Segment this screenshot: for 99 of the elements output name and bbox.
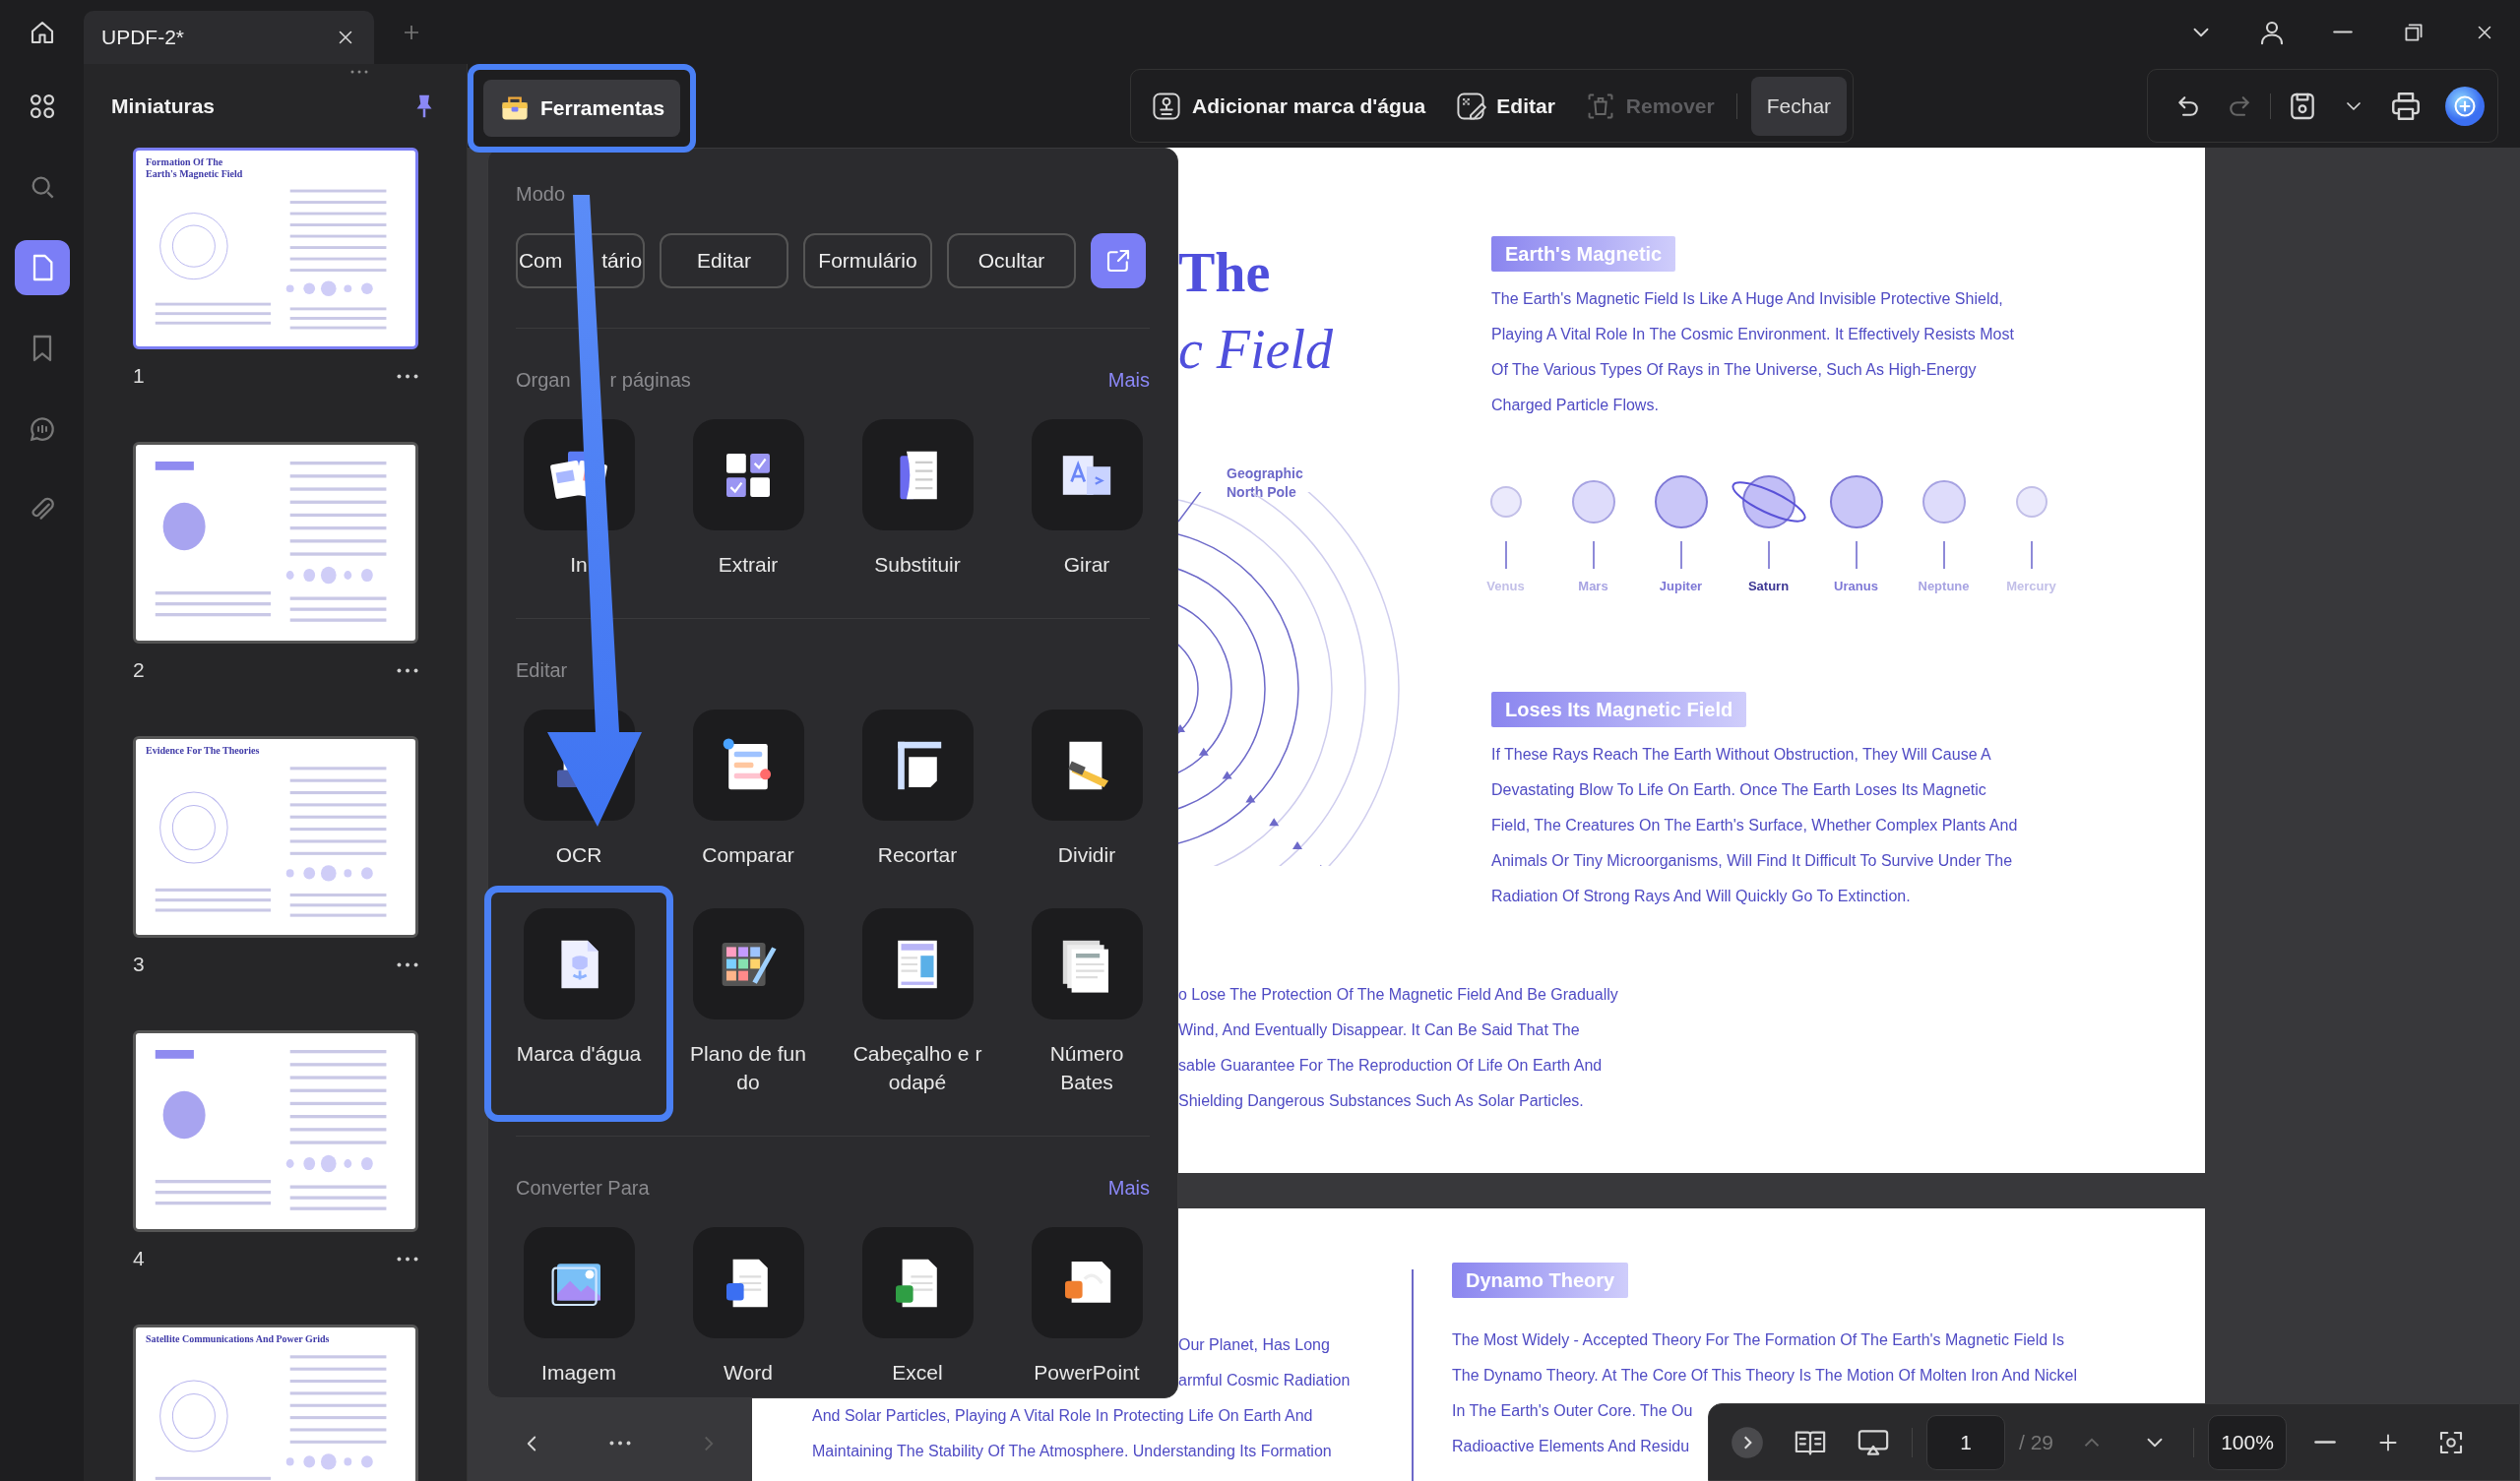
page-thumbnail[interactable] — [133, 1030, 418, 1232]
chevron-right-icon — [1731, 1425, 1764, 1459]
tool-button[interactable] — [861, 908, 974, 1019]
thumbnail-heading: Evidence For The Theories — [146, 745, 261, 757]
tool-button[interactable] — [1031, 1227, 1143, 1338]
tool-label: Número Bates — [1049, 1041, 1124, 1095]
tool-button[interactable] — [692, 710, 804, 821]
tool-label: Girar — [1063, 552, 1110, 578]
page-field[interactable]: 1 — [1926, 1414, 2005, 1470]
close-button[interactable]: Fechar — [1750, 76, 1848, 136]
tool-label: Comparar — [702, 842, 794, 868]
tool-button[interactable] — [692, 1227, 804, 1338]
tool-label: OCR — [555, 842, 602, 868]
paragraph: In The Earth's Outer Core. The Ou Radioactive Elements And Residu — [1452, 1401, 1693, 1456]
page-number: 2 — [133, 658, 145, 682]
tool-button[interactable] — [523, 1227, 635, 1338]
action-button[interactable]: Adicionar marca d'água — [1143, 78, 1434, 134]
tool-label: Dividir — [1057, 842, 1116, 868]
tool-button[interactable] — [861, 419, 974, 530]
assistant-icon — [2444, 85, 2487, 127]
section-heading: Loses Its Magnetic Field — [1491, 692, 1747, 727]
section-title: Editar — [516, 658, 568, 683]
tab-title: UPDF-2* — [101, 26, 184, 49]
tool-button[interactable] — [692, 419, 804, 530]
thumbnail-heading: Formation Of The Earth's Magnetic Field — [146, 156, 244, 180]
tool-button[interactable] — [1031, 710, 1143, 821]
planet-label: Mercury — [2006, 579, 2056, 593]
paragraph: o Lose The Protection Of The Magnetic Field And Be Gradually Wind, And Eventually Disappear. It Can Be Said That The sable Guarantee For The Reproduction Of Life On Earth And Shielding Dangerous Substances Such As Solar Particles. — [1178, 985, 1618, 1111]
page-title: c Field — [1178, 318, 1335, 382]
planet-label: Neptune — [1918, 579, 1970, 593]
mode-button[interactable]: Ocultar — [947, 233, 1076, 288]
planet-label: Uranus — [1834, 579, 1878, 593]
section-heading: Dynamo Theory — [1452, 1263, 1629, 1298]
page-thumbnail[interactable] — [133, 442, 418, 644]
document-tab[interactable]: UPDF-2* — [84, 11, 374, 64]
panel-title: Miniaturas — [111, 93, 216, 118]
diagram-label: Geographic North Pole — [1227, 464, 1304, 502]
sidebar-button[interactable] — [14, 240, 70, 295]
planet-label: Saturn — [1747, 579, 1790, 593]
tool-label: Word — [724, 1360, 773, 1386]
more-icon — [397, 1256, 418, 1262]
more-link[interactable]: Mais — [1107, 366, 1150, 394]
more-icon — [397, 667, 418, 673]
page-thumbnail[interactable]: Formation Of The Earth's Magnetic Field — [133, 148, 418, 349]
open-external-button[interactable] — [1091, 233, 1146, 288]
tool-button[interactable] — [861, 1227, 974, 1338]
caret-icon — [2347, 101, 2362, 110]
paragraph: Our Planet, Has Long armful Cosmic Radiation — [1178, 1335, 1351, 1390]
page-title: The — [1178, 241, 1272, 305]
planet-label: Mars — [1578, 579, 1608, 593]
paragraph: And Solar Particles, Playing A Vital Role In Protecting Life On Earth And Maintaining The Stability Of The Atmosphere. Understanding Its Formation — [812, 1406, 1332, 1461]
page-number: 1 — [133, 364, 145, 388]
paragraph: The Earth's Magnetic Field Is Like A Huge And Invisible Protective Shield, Playing A Vital Role In The Cosmic Environment. It Effectively Resists Most Of The Various Types Of Rays in The Universe, Such As High-Energy Charged Particle Flows. — [1491, 289, 2014, 415]
tool-label: In — [570, 552, 588, 578]
tool-button[interactable] — [523, 908, 635, 1019]
page-number: 3 — [133, 953, 145, 976]
more-button[interactable] — [397, 1256, 418, 1262]
tool-label: PowerPoint — [1034, 1360, 1140, 1386]
more-icon — [397, 961, 418, 967]
tool-label: Substituir — [874, 552, 961, 578]
page-count: / 29 — [2019, 1430, 2054, 1454]
section-title: Organ r páginas — [516, 368, 691, 393]
section-heading: Earth's Magnetic — [1491, 236, 1676, 272]
more-icon — [609, 1441, 631, 1446]
pattern-pen-icon — [1455, 90, 1487, 122]
more-button[interactable] — [397, 373, 418, 379]
stamp-icon — [1151, 90, 1183, 122]
more-button[interactable] — [397, 961, 418, 967]
tool-button[interactable] — [1031, 419, 1143, 530]
tools-button[interactable]: Ferramentas — [483, 79, 681, 137]
more-link[interactable]: Mais — [1107, 1174, 1150, 1202]
mode-button[interactable]: Editar — [660, 233, 788, 288]
tool-button[interactable] — [861, 710, 974, 821]
planet-label: Venus — [1486, 579, 1525, 593]
paragraph: If These Rays Reach The Earth Without Obstruction, They Will Cause A Devastating Blow To Life On Earth. Once The Earth Loses Its Magnetic Field, The Creatures On The Earth's Surface, Whether Complex Plants And Animals Or Tiny Microorganisms, Will Find It Difficult To Survive Under The Radiation Of Strong Rays And Will Quickly Go To Extinction. — [1491, 745, 2018, 906]
section-title: Converter Para — [516, 1176, 650, 1201]
tool-button[interactable] — [692, 908, 804, 1019]
paragraph: The Most Widely - Accepted Theory For The Formation Of The Earth's Magnetic Field Is The Dynamo Theory. At The Core Of This Theory Is The Motion Of Molten Iron And Nickel — [1452, 1330, 2077, 1386]
thumbnail-heading: Satellite Communications And Power Grids — [146, 1333, 331, 1345]
more-icon — [397, 373, 418, 379]
tool-label: Excel — [892, 1360, 943, 1386]
minus-icon — [2314, 1441, 2337, 1444]
tool-label: Cabeçalho e r odapé — [852, 1041, 982, 1095]
minimize-icon — [2333, 31, 2353, 33]
mode-button[interactable]: Formulário — [803, 233, 932, 288]
page-thumbnail[interactable]: Evidence For The Theories — [133, 736, 418, 938]
more-button[interactable] — [397, 667, 418, 673]
zoom-field[interactable]: 100% — [2208, 1414, 2288, 1470]
tool-label: Extrair — [718, 552, 779, 578]
action-button[interactable]: Editar — [1447, 78, 1563, 134]
tool-label: Recortar — [877, 842, 958, 868]
page-number: 4 — [133, 1247, 145, 1270]
tool-label: Marca d'água — [516, 1041, 642, 1067]
tool-label: Plano de fun do — [690, 1041, 806, 1095]
planet-label: Jupiter — [1659, 579, 1703, 593]
section-title: Modo — [516, 182, 567, 207]
tool-label: Imagem — [541, 1360, 616, 1386]
tool-button[interactable] — [1031, 908, 1143, 1019]
page-thumbnail[interactable]: Satellite Communications And Power Grids — [133, 1325, 418, 1481]
